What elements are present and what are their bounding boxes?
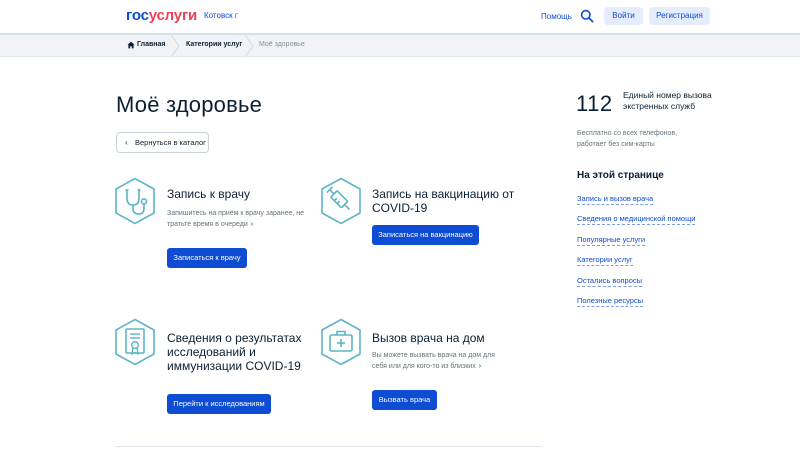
- certificate-icon: [115, 318, 155, 366]
- toc-link-medical-info[interactable]: Сведения о медицинской помощи: [577, 214, 696, 225]
- card-desc-home-visit: Вы можете вызвать врача на дом для себя …: [372, 352, 495, 370]
- toc-link-questions[interactable]: Остались вопросы: [577, 276, 643, 287]
- medical-kit-icon: [321, 318, 361, 366]
- emergency-number-note: Бесплатно со всех телефонов, работает бе…: [577, 130, 678, 148]
- syringe-icon: [321, 177, 361, 225]
- toc-link-categories[interactable]: Категории услуг: [577, 255, 633, 266]
- toc-link-popular-services[interactable]: Популярные услуги: [577, 235, 646, 246]
- card-title-covid-results[interactable]: Сведения о результатах исследований и им…: [167, 331, 307, 373]
- breadcrumb: Главная Категории услуг Моё здоровье: [0, 35, 800, 57]
- chevron-right-icon: ›: [250, 220, 254, 228]
- home-icon[interactable]: [127, 41, 135, 49]
- stethoscope-icon: [115, 177, 155, 225]
- go-to-research-button[interactable]: Перейти к исследованиям: [167, 394, 271, 414]
- card-title-doctor-appointment[interactable]: Запись к врачу: [167, 187, 317, 201]
- card-title-vaccination[interactable]: Запись на вакцинацию от COVID-19: [372, 187, 522, 215]
- on-this-page-title: На этой странице: [577, 170, 664, 181]
- help-link[interactable]: Помощь: [541, 12, 572, 21]
- emergency-number: 112: [576, 91, 613, 116]
- breadcrumb-categories[interactable]: Категории услуг: [186, 41, 242, 48]
- login-button[interactable]: Войти: [604, 7, 643, 25]
- toc-link-resources[interactable]: Полезные ресурсы: [577, 296, 644, 307]
- breadcrumb-home[interactable]: Главная: [137, 41, 165, 48]
- search-icon[interactable]: [580, 9, 594, 23]
- breadcrumb-separator-icon: [244, 35, 254, 57]
- chevron-left-icon: ‹: [125, 138, 128, 147]
- toc-link-appointment[interactable]: Запись и вызов врача: [577, 194, 654, 205]
- register-button[interactable]: Регистрация: [649, 7, 710, 25]
- header: госуслуги Котовск г Помощь Войти Регистр…: [0, 0, 800, 33]
- gosuslugi-logo[interactable]: госуслуги: [126, 7, 197, 24]
- book-vaccination-button[interactable]: Записаться на вакцинацию: [372, 225, 479, 245]
- city-selector[interactable]: Котовск г: [204, 11, 238, 20]
- breadcrumb-current: Моё здоровье: [259, 41, 305, 48]
- emergency-number-caption: Единый номер вызова экстренных служб: [623, 90, 712, 111]
- card-title-home-visit[interactable]: Вызов врача на дом: [372, 331, 522, 345]
- back-button-label: Вернуться в каталог: [135, 138, 206, 147]
- chevron-right-icon: ›: [478, 362, 482, 370]
- book-doctor-button[interactable]: Записаться к врачу: [167, 248, 247, 268]
- back-to-catalog-button[interactable]: ‹ Вернуться в каталог: [116, 132, 209, 153]
- page-title: Моё здоровье: [116, 92, 263, 117]
- card-desc-doctor-appointment: Запишитесь на приём к врачу заранее, не …: [167, 210, 305, 228]
- breadcrumb-separator-icon: [170, 35, 180, 57]
- call-doctor-button[interactable]: Вызвать врача: [372, 390, 437, 410]
- section-divider: [116, 446, 542, 447]
